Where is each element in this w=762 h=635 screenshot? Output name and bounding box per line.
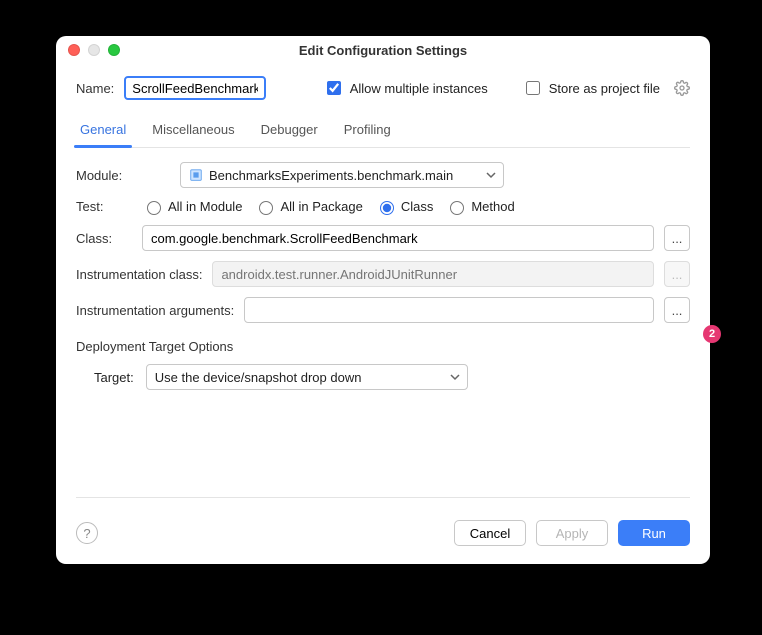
name-row: Name: Allow multiple instances Store as … xyxy=(76,76,690,100)
instrumentation-arguments-input[interactable] xyxy=(244,297,654,323)
gear-icon[interactable] xyxy=(674,80,690,96)
instrumentation-arguments-browse-button[interactable]: ... xyxy=(664,297,690,323)
dialog-window: Edit Configuration Settings Name: Allow … xyxy=(56,36,710,564)
target-row: Target: Use the device/snapshot drop dow… xyxy=(94,364,690,390)
allow-multiple-checkbox-control[interactable] xyxy=(327,81,341,95)
tabs: General Miscellaneous Debugger Profiling xyxy=(76,116,690,148)
store-project-checkbox-control[interactable] xyxy=(526,81,540,95)
target-dropdown[interactable]: Use the device/snapshot drop down xyxy=(146,364,468,390)
run-button[interactable]: Run xyxy=(618,520,690,546)
module-icon xyxy=(189,168,209,182)
allow-multiple-instances-checkbox[interactable]: Allow multiple instances xyxy=(323,78,488,98)
radio-all-in-package[interactable]: All in Package xyxy=(254,198,362,215)
dialog-content: Name: Allow multiple instances Store as … xyxy=(56,64,710,520)
name-label: Name: xyxy=(76,81,114,96)
test-radio-group: All in Module All in Package Class Metho… xyxy=(142,198,523,215)
radio-class[interactable]: Class xyxy=(375,198,434,215)
name-input[interactable] xyxy=(124,76,266,100)
target-label: Target: xyxy=(94,370,134,385)
tab-general[interactable]: General xyxy=(76,116,130,147)
store-as-project-file-checkbox[interactable]: Store as project file xyxy=(522,78,660,98)
tab-debugger[interactable]: Debugger xyxy=(257,116,322,147)
cancel-button[interactable]: Cancel xyxy=(454,520,526,546)
dialog-title: Edit Configuration Settings xyxy=(56,43,710,58)
test-label: Test: xyxy=(76,199,132,214)
tab-miscellaneous[interactable]: Miscellaneous xyxy=(148,116,238,147)
notification-badge[interactable]: 2 xyxy=(703,325,721,343)
radio-method[interactable]: Method xyxy=(445,198,514,215)
radio-all-in-module[interactable]: All in Module xyxy=(142,198,242,215)
test-row: Test: All in Module All in Package Class… xyxy=(76,198,690,215)
instrumentation-arguments-label: Instrumentation arguments: xyxy=(76,303,234,318)
target-value: Use the device/snapshot drop down xyxy=(155,370,362,385)
help-button[interactable]: ? xyxy=(76,522,98,544)
class-input[interactable] xyxy=(142,225,654,251)
instrumentation-class-row: Instrumentation class: ... xyxy=(76,261,690,287)
apply-button[interactable]: Apply xyxy=(536,520,608,546)
tab-profiling[interactable]: Profiling xyxy=(340,116,395,147)
instrumentation-class-browse-button: ... xyxy=(664,261,690,287)
store-project-label: Store as project file xyxy=(549,81,660,96)
module-value: BenchmarksExperiments.benchmark.main xyxy=(209,168,453,183)
allow-multiple-label: Allow multiple instances xyxy=(350,81,488,96)
deployment-target-options-title: Deployment Target Options xyxy=(76,339,690,354)
class-label: Class: xyxy=(76,231,132,246)
module-row: Module: BenchmarksExperiments.benchmark.… xyxy=(76,162,690,188)
module-dropdown[interactable]: BenchmarksExperiments.benchmark.main xyxy=(180,162,504,188)
instrumentation-class-input xyxy=(212,261,654,287)
module-label: Module: xyxy=(76,168,132,183)
titlebar: Edit Configuration Settings xyxy=(56,36,710,64)
dialog-footer: ? Cancel Apply Run xyxy=(56,520,710,564)
instrumentation-class-label: Instrumentation class: xyxy=(76,267,202,282)
class-browse-button[interactable]: ... xyxy=(664,225,690,251)
instrumentation-arguments-row: Instrumentation arguments: ... xyxy=(76,297,690,323)
class-row: Class: ... xyxy=(76,225,690,251)
